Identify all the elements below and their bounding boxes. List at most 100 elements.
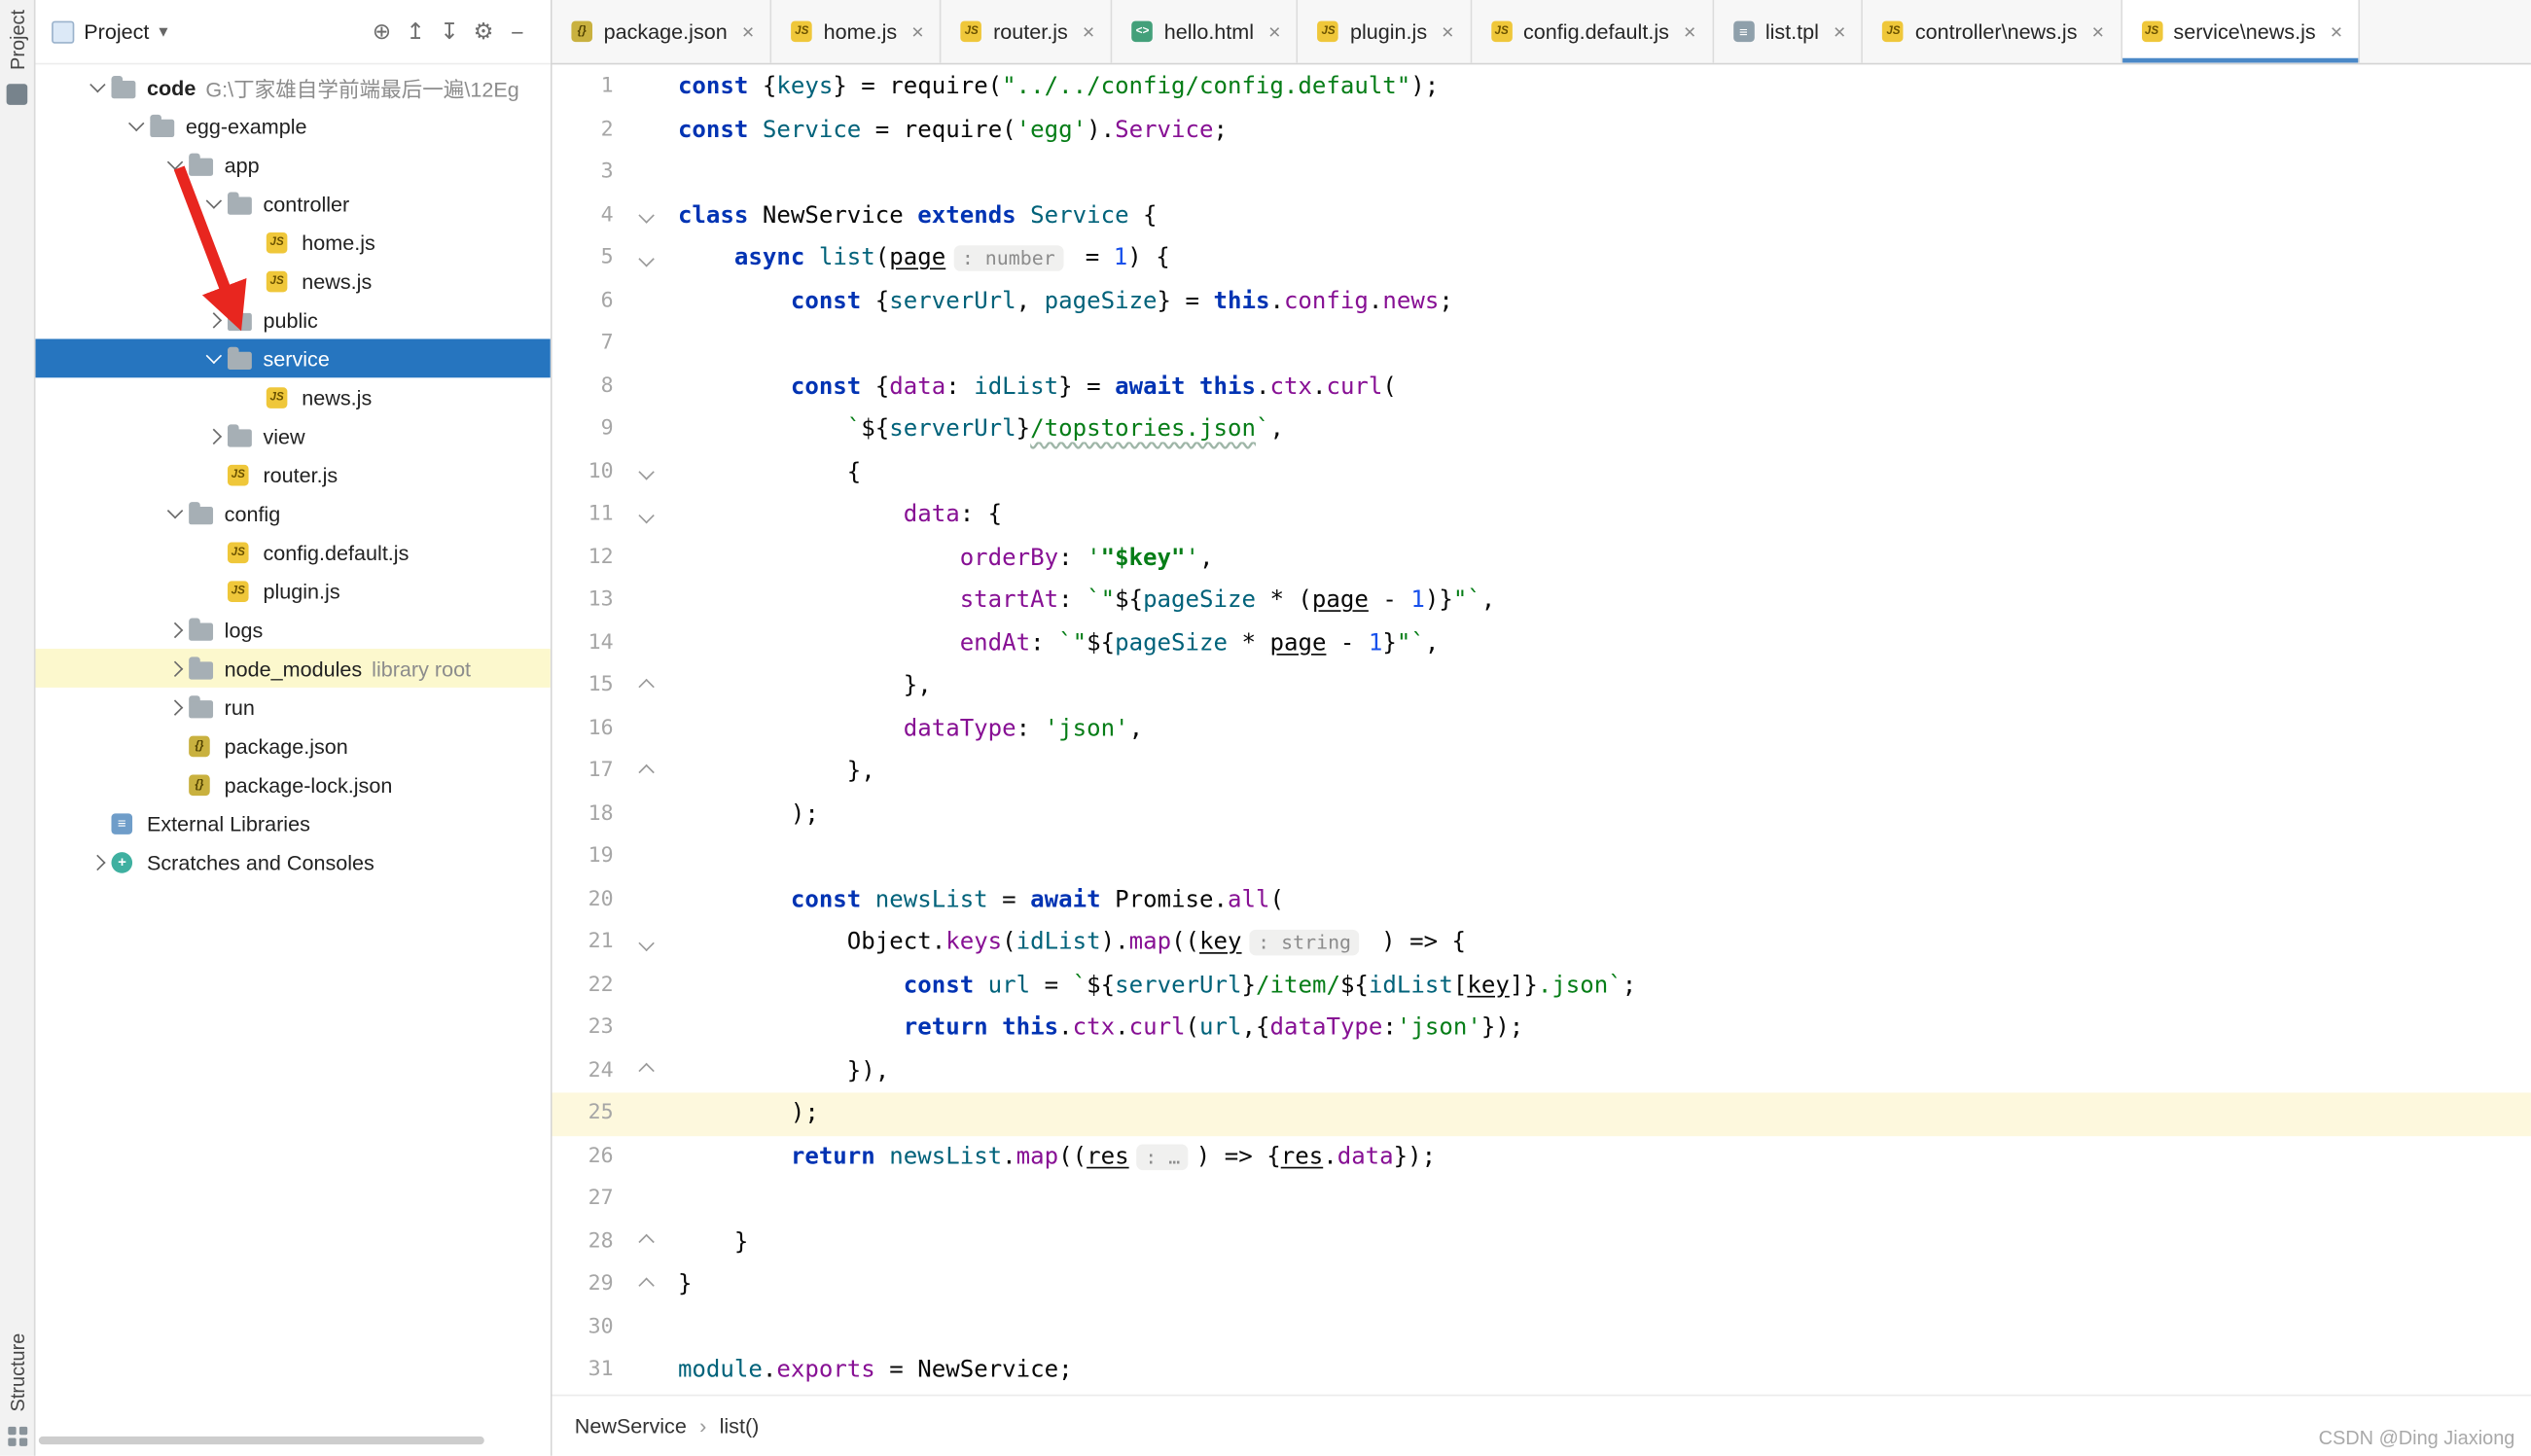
chevron-right-icon[interactable] <box>84 853 111 870</box>
settings-gear-icon[interactable]: ⚙ <box>467 18 501 45</box>
tree-item-news.js[interactable]: news.js <box>36 377 551 416</box>
chevron-down-icon[interactable]: ▾ <box>159 21 167 42</box>
code-text[interactable]: } <box>665 1263 692 1306</box>
code-text[interactable]: data: { <box>665 494 1002 537</box>
tree-item-egg-example[interactable]: egg-example <box>36 107 551 146</box>
code-line-31[interactable]: 31 module.exports = NewService; <box>553 1349 2531 1392</box>
close-tab-icon[interactable]: × <box>911 19 924 44</box>
tab-plugin.js[interactable]: plugin.js × <box>1298 0 1472 63</box>
code-line-4[interactable]: 4 class NewService extends Service { <box>553 195 2531 237</box>
close-tab-icon[interactable]: × <box>1442 19 1454 44</box>
code-text[interactable] <box>665 836 678 879</box>
code-text[interactable] <box>665 1306 678 1349</box>
tree-item-home.js[interactable]: home.js <box>36 223 551 262</box>
tree-item-news.js[interactable]: news.js <box>36 262 551 301</box>
chevron-down-icon[interactable] <box>84 76 111 93</box>
code-text[interactable]: const newsList = await Promise.all( <box>665 879 1284 922</box>
tab-router.js[interactable]: router.js × <box>942 0 1113 63</box>
code-text[interactable] <box>665 1178 678 1221</box>
code-line-12[interactable]: 12 orderBy: '"$key"', <box>553 537 2531 580</box>
code-line-18[interactable]: 18 ); <box>553 794 2531 836</box>
code-line-28[interactable]: 28 } <box>553 1221 2531 1263</box>
code-text[interactable]: `${serverUrl}/topstories.json`, <box>665 408 1284 451</box>
code-line-7[interactable]: 7 <box>553 323 2531 366</box>
project-panel-title[interactable]: Project <box>84 19 149 44</box>
chevron-right-icon[interactable] <box>200 427 228 444</box>
expand-all-icon[interactable]: ↧ <box>433 18 467 45</box>
tab-hello.html[interactable]: hello.html × <box>1112 0 1299 63</box>
close-tab-icon[interactable]: × <box>742 19 755 44</box>
code-line-14[interactable]: 14 endAt: `"${pageSize * page - 1}"`, <box>553 622 2531 665</box>
tree-item-Scratches-and-Consoles[interactable]: Scratches and Consoles <box>36 842 551 881</box>
code-text[interactable]: }, <box>665 665 932 708</box>
fold-open-icon[interactable] <box>626 195 665 237</box>
fold-open-icon[interactable] <box>626 237 665 280</box>
code-line-30[interactable]: 30 <box>553 1306 2531 1349</box>
close-tab-icon[interactable]: × <box>1684 19 1696 44</box>
code-text[interactable]: }, <box>665 751 875 794</box>
project-toolwindow-button[interactable]: Project <box>6 10 28 70</box>
tab-service-news.js[interactable]: service\news.js × <box>2121 0 2361 63</box>
code-text[interactable]: startAt: `"${pageSize * (page - 1)}"`, <box>665 580 1496 622</box>
tree-item-view[interactable]: view <box>36 416 551 455</box>
code-text[interactable] <box>665 152 678 195</box>
chevron-down-icon[interactable] <box>200 193 228 209</box>
chevron-right-icon[interactable] <box>161 659 189 677</box>
code-text[interactable]: Object.keys(idList).map((key: string ) =… <box>665 922 1466 965</box>
hide-panel-icon[interactable]: − <box>500 18 534 45</box>
code-line-8[interactable]: 8 const {data: idList} = await this.ctx.… <box>553 366 2531 408</box>
code-text[interactable]: const {serverUrl, pageSize} = this.confi… <box>665 280 1453 323</box>
code-text[interactable]: }), <box>665 1049 889 1092</box>
code-text[interactable]: return newsList.map((res: …) => {res.dat… <box>665 1135 1436 1178</box>
tree-item-package.json[interactable]: package.json <box>36 727 551 765</box>
tree-item-package-lock.json[interactable]: package-lock.json <box>36 765 551 804</box>
tab-list.tpl[interactable]: list.tpl × <box>1713 0 1864 63</box>
close-tab-icon[interactable]: × <box>2331 19 2343 44</box>
fold-open-icon[interactable] <box>626 494 665 537</box>
code-line-11[interactable]: 11 data: { <box>553 494 2531 537</box>
code-text[interactable]: const {keys} = require("../../config/con… <box>665 66 1439 109</box>
tree-item-app[interactable]: app <box>36 145 551 184</box>
code-text[interactable]: { <box>665 451 862 494</box>
code-line-1[interactable]: 1 const {keys} = require("../../config/co… <box>553 66 2531 109</box>
code-text[interactable]: const Service = require('egg').Service; <box>665 109 1228 152</box>
code-text[interactable]: ); <box>665 794 819 836</box>
chevron-down-icon[interactable] <box>200 347 228 365</box>
code-text[interactable]: } <box>665 1221 749 1263</box>
project-toolwindow-icon[interactable] <box>6 84 28 106</box>
collapse-all-icon[interactable]: ↥ <box>399 18 433 45</box>
tab-controller-news.js[interactable]: controller\news.js × <box>1863 0 2122 63</box>
code-line-29[interactable]: 29} <box>553 1263 2531 1306</box>
breadcrumb-item[interactable]: list() <box>720 1414 760 1438</box>
horizontal-scrollbar[interactable] <box>38 1436 484 1445</box>
code-text[interactable] <box>665 323 678 366</box>
code-line-5[interactable]: 5 async list(page: number = 1) { <box>553 237 2531 280</box>
chevron-down-icon[interactable] <box>123 115 150 132</box>
code-line-23[interactable]: 23 return this.ctx.curl(url,{dataType:'j… <box>553 1007 2531 1049</box>
code-text[interactable]: orderBy: '"$key"', <box>665 537 1214 580</box>
code-line-20[interactable]: 20 const newsList = await Promise.all( <box>553 879 2531 922</box>
chevron-right-icon[interactable] <box>161 621 189 638</box>
code-line-22[interactable]: 22 const url = `${serverUrl}/item/${idLi… <box>553 964 2531 1007</box>
chevron-down-icon[interactable] <box>161 502 189 519</box>
code-line-3[interactable]: 3 <box>553 152 2531 195</box>
tree-item-config.default.js[interactable]: config.default.js <box>36 533 551 572</box>
code-text[interactable]: dataType: 'json', <box>665 708 1143 751</box>
chevron-right-icon[interactable] <box>161 698 189 716</box>
locate-icon[interactable]: ⊕ <box>365 18 399 45</box>
tree-item-node_modules[interactable]: node_modules library root <box>35 649 551 688</box>
tree-item-plugin.js[interactable]: plugin.js <box>36 571 551 610</box>
tree-item-service[interactable]: service <box>35 338 551 378</box>
code-line-26[interactable]: 26 return newsList.map((res: …) => {res.… <box>553 1135 2531 1178</box>
tree-item-public[interactable]: public <box>36 301 551 339</box>
chevron-down-icon[interactable] <box>161 154 189 170</box>
code-text[interactable]: ); <box>665 1092 819 1135</box>
code-line-24[interactable]: 24 }), <box>553 1049 2531 1092</box>
structure-toolwindow-icon[interactable] <box>7 1426 27 1446</box>
code-line-2[interactable]: 2 const Service = require('egg').Service; <box>553 109 2531 152</box>
code-text[interactable]: class NewService extends Service { <box>665 195 1158 237</box>
code-line-6[interactable]: 6 const {serverUrl, pageSize} = this.con… <box>553 280 2531 323</box>
code-text[interactable]: const url = `${serverUrl}/item/${idList[… <box>665 964 1637 1007</box>
tree-item-logs[interactable]: logs <box>36 610 551 649</box>
tree-item-External-Libraries[interactable]: External Libraries <box>36 803 551 842</box>
